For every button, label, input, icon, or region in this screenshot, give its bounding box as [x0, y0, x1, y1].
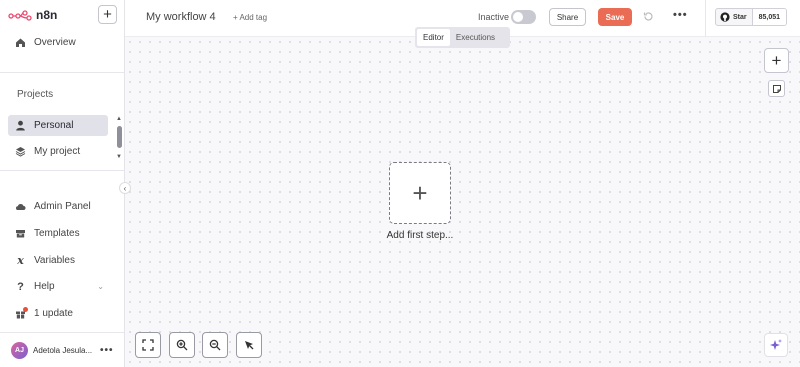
share-button[interactable]: Share — [549, 8, 586, 26]
variable-icon: x — [17, 254, 24, 267]
plus-icon: + — [103, 6, 112, 23]
github-star[interactable]: Star — [716, 9, 753, 25]
sidebar-item-label: Overview — [34, 37, 76, 48]
github-star-label: Star — [733, 13, 747, 21]
sidebar-item-updates[interactable]: 1 update — [8, 303, 108, 324]
view-tabs: Editor Executions — [415, 27, 510, 48]
status-label: Inactive — [478, 12, 510, 22]
chevron-left-icon: ‹ — [123, 183, 127, 193]
zoom-in-icon — [176, 339, 188, 351]
github-star-button[interactable]: Star 85,051 — [715, 8, 788, 26]
zoom-out-button[interactable] — [202, 332, 228, 358]
sidebar-item-templates[interactable]: Templates — [8, 223, 108, 244]
scroll-up-arrow[interactable]: ▲ — [116, 116, 122, 122]
collapse-sidebar-button[interactable]: ‹ — [119, 182, 131, 194]
sidebar: n8n + Overview Projects Personal My proj… — [0, 0, 125, 367]
tab-editor[interactable]: Editor — [417, 29, 450, 46]
save-button[interactable]: Save — [598, 8, 632, 26]
add-first-step-label: Add first step... — [386, 230, 454, 241]
more-icon[interactable]: ••• — [100, 345, 114, 356]
sidebar-item-label: Personal — [34, 120, 74, 131]
plus-icon: + — [771, 50, 782, 70]
question-icon: ? — [17, 280, 24, 293]
active-toggle[interactable] — [511, 10, 536, 24]
zoom-out-icon — [209, 339, 221, 351]
add-sticky-note-button[interactable] — [768, 80, 785, 97]
cursor-icon — [245, 341, 254, 350]
box-icon — [15, 228, 26, 239]
sidebar-item-label: Admin Panel — [34, 201, 91, 212]
scroll-down-arrow[interactable]: ▼ — [116, 154, 122, 160]
sidebar-item-help[interactable]: ? Help ⌄ — [8, 276, 116, 297]
gift-icon — [15, 307, 28, 319]
more-options-button[interactable]: ••• — [673, 9, 688, 21]
app-name: n8n — [36, 8, 58, 22]
toggle-knob — [513, 12, 523, 22]
workflow-canvas[interactable]: Editor Executions + + Add first step... — [125, 27, 800, 367]
zoom-to-fit-button[interactable] — [135, 332, 161, 358]
sidebar-item-label: Variables — [34, 255, 75, 266]
ai-assistant-button[interactable] — [764, 333, 788, 357]
sidebar-item-label: 1 update — [34, 308, 73, 319]
sidebar-item-variables[interactable]: x Variables — [8, 250, 108, 271]
zoom-in-button[interactable] — [169, 332, 195, 358]
cloud-icon — [15, 201, 26, 212]
sidebar-item-personal[interactable]: Personal — [8, 115, 108, 136]
divider — [705, 0, 706, 37]
user-name: Adetola Jesula... — [33, 345, 93, 355]
fit-view-icon — [142, 339, 154, 351]
divider — [0, 170, 124, 171]
notification-dot — [23, 307, 28, 312]
sidebar-item-my-project[interactable]: My project — [8, 141, 108, 162]
workflow-name[interactable]: My workflow 4 — [146, 11, 216, 23]
projects-heading: Projects — [17, 89, 54, 100]
open-nodes-panel-button[interactable]: + — [764, 48, 789, 73]
scrollbar-thumb[interactable] — [117, 126, 122, 148]
plus-icon: + — [412, 177, 428, 208]
divider — [0, 72, 124, 73]
sidebar-item-label: Templates — [34, 228, 80, 239]
history-icon[interactable] — [643, 11, 654, 25]
n8n-logo-icon — [8, 10, 32, 21]
user-icon — [15, 120, 26, 131]
sidebar-item-admin-panel[interactable]: Admin Panel — [8, 196, 108, 217]
user-menu[interactable]: AJ Adetola Jesula... ••• — [0, 332, 124, 367]
home-icon — [15, 37, 26, 48]
tidy-up-button[interactable] — [236, 332, 262, 358]
sticky-note-icon — [772, 84, 781, 93]
sparkles-icon — [770, 339, 782, 350]
github-star-count: 85,051 — [752, 9, 787, 25]
logo[interactable]: n8n — [8, 5, 57, 25]
add-first-step-button[interactable]: + — [389, 162, 451, 224]
sidebar-item-overview[interactable]: Overview — [8, 32, 108, 53]
chevron-down-icon: ⌄ — [97, 282, 104, 291]
github-icon — [720, 12, 730, 22]
layers-icon — [15, 146, 26, 157]
avatar: AJ — [11, 341, 28, 359]
sidebar-item-label: My project — [34, 146, 81, 157]
create-button[interactable]: + — [98, 5, 117, 24]
tab-executions[interactable]: Executions — [450, 29, 501, 46]
sidebar-item-label: Help — [34, 281, 55, 292]
add-tag-button[interactable]: + Add tag — [233, 13, 267, 22]
